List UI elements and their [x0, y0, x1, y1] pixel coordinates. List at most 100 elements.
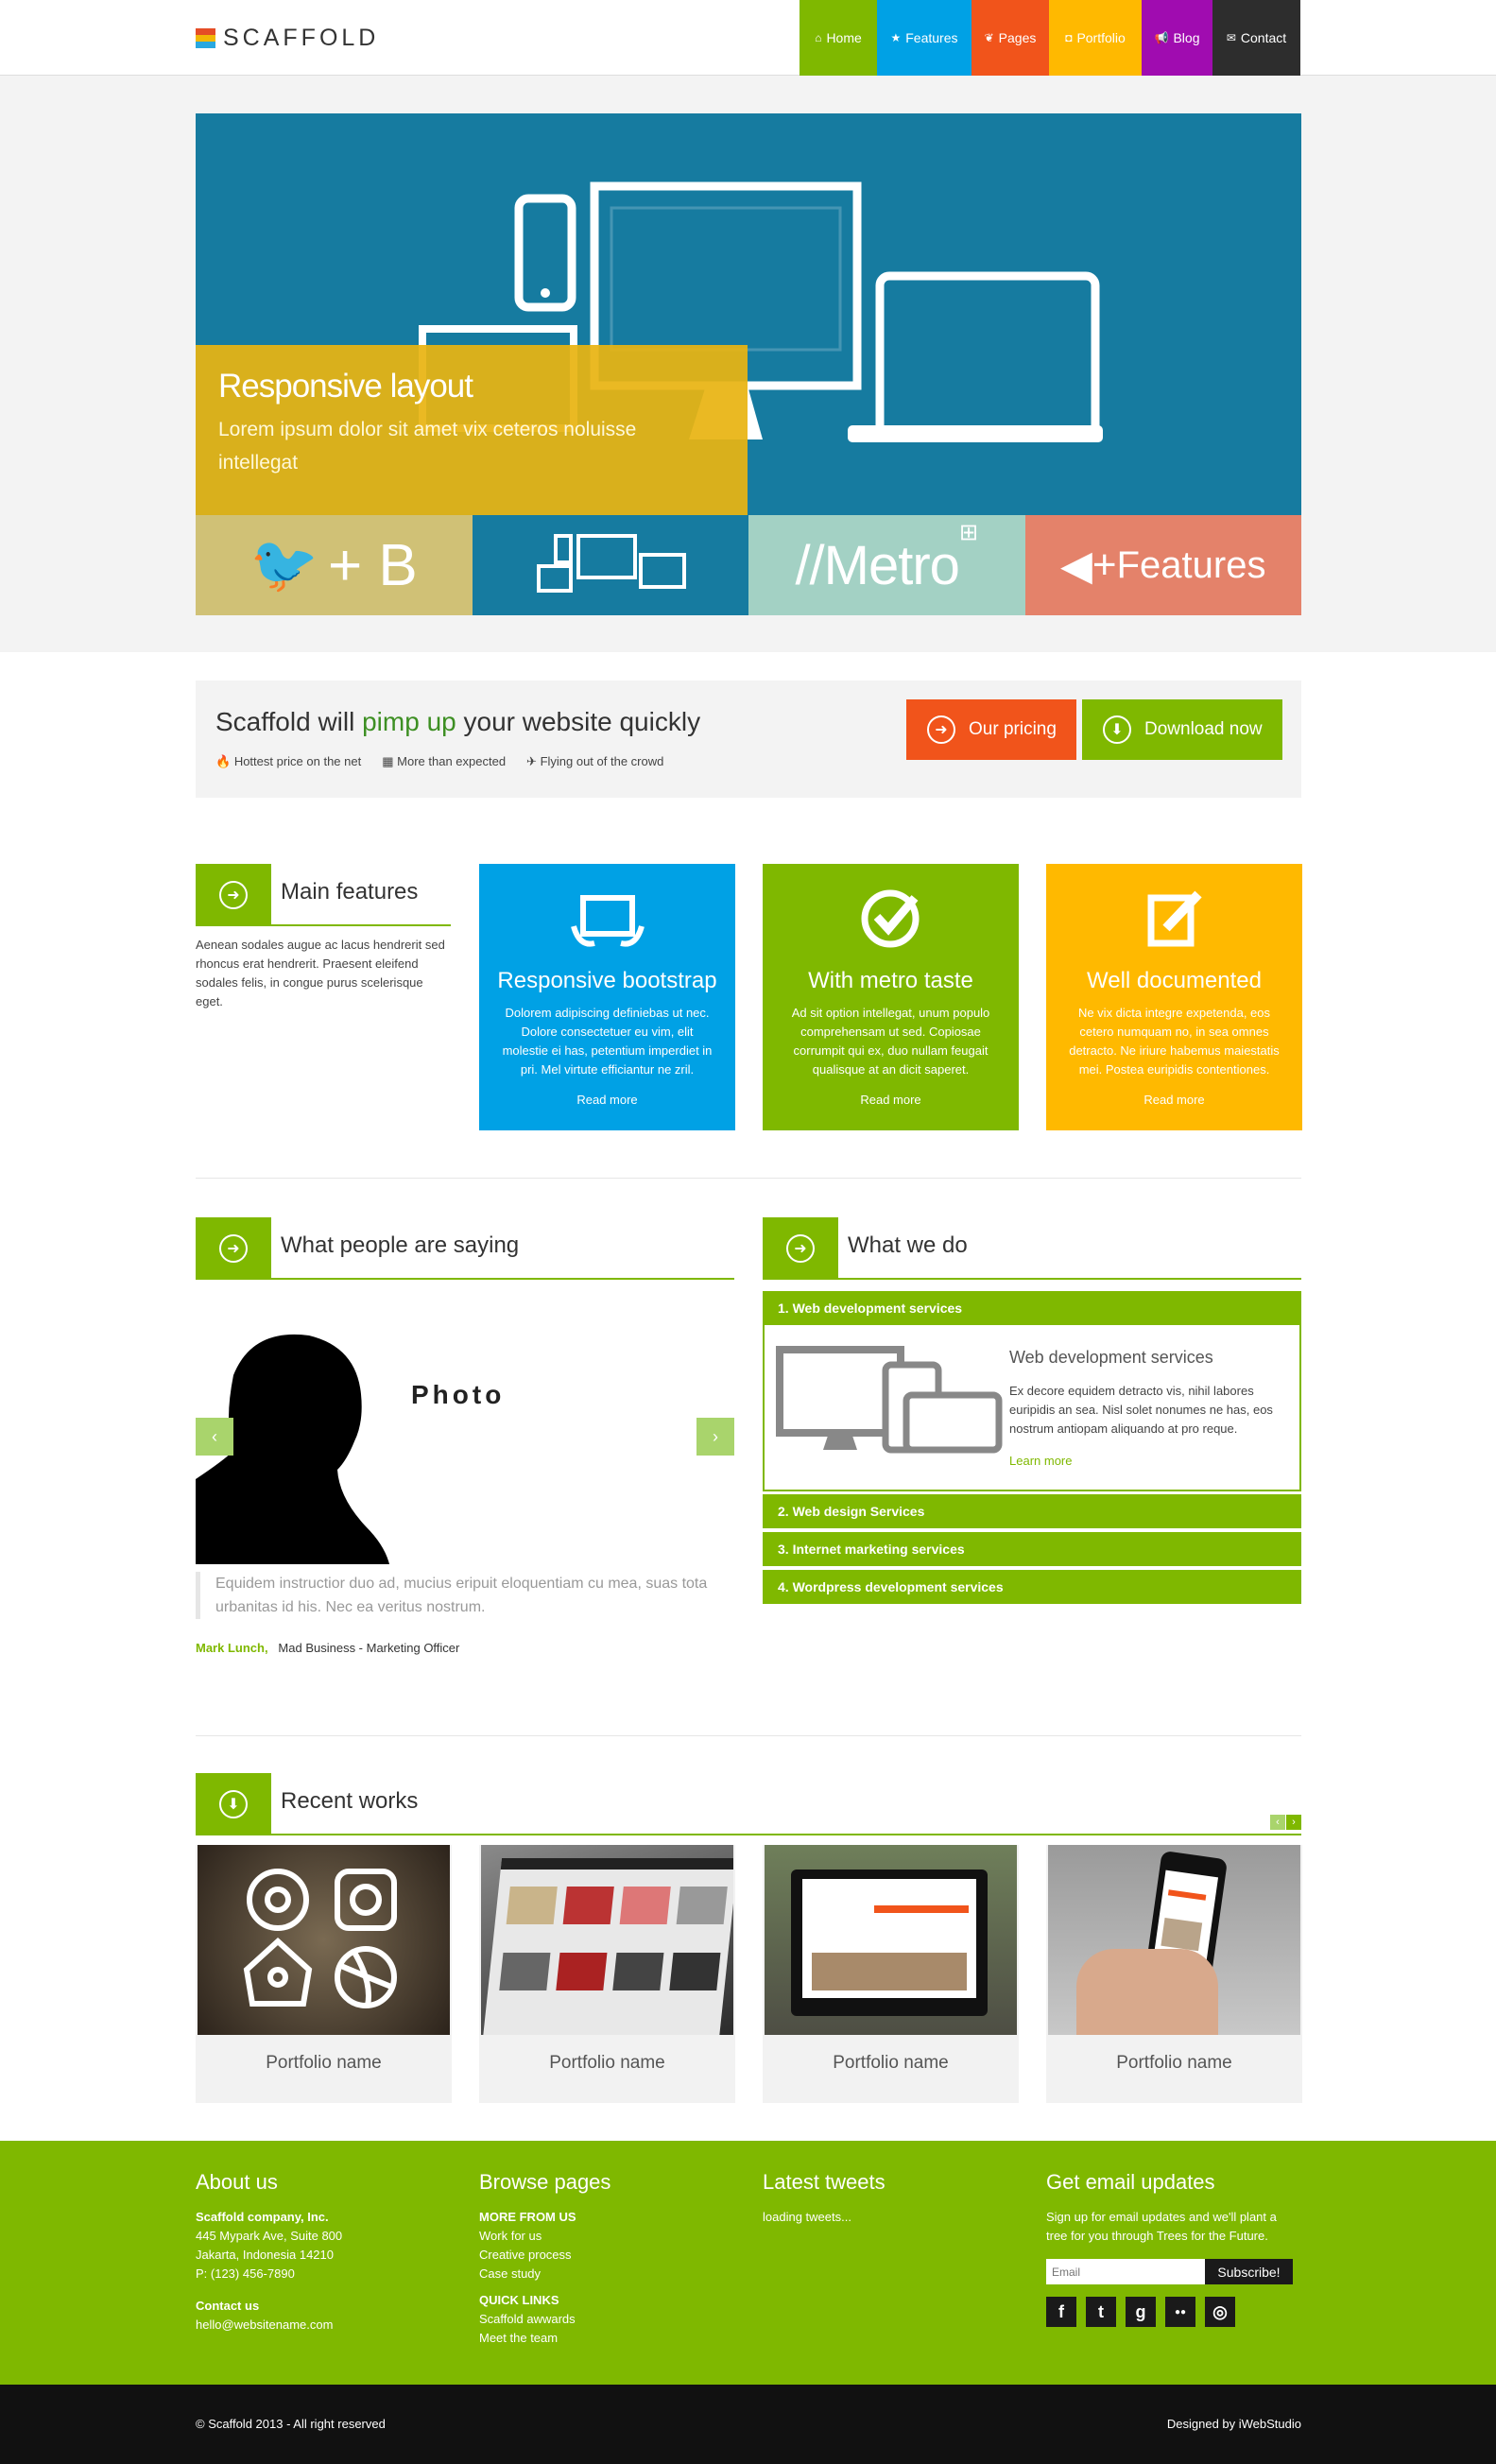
footer-link[interactable]: Work for us [479, 2227, 734, 2246]
portfolio-card[interactable]: Portfolio name [1046, 1845, 1302, 2103]
logo[interactable]: SCAFFOLD [196, 25, 379, 52]
nav-label: Blog [1173, 30, 1200, 45]
nav-label: Home [826, 30, 862, 45]
nav-label: Features [905, 30, 958, 45]
nav-blog[interactable]: 📢 Blog [1142, 0, 1212, 76]
footer-link[interactable]: Meet the team [479, 2329, 734, 2348]
nav-home[interactable]: ⌂ Home [800, 0, 877, 76]
pricing-button[interactable]: ➜ Our pricing [906, 699, 1076, 760]
tile-devices[interactable] [472, 515, 748, 615]
edit-document-icon [1147, 890, 1202, 947]
email-input[interactable] [1046, 2259, 1205, 2284]
feature-card[interactable]: With metro taste Ad sit option intellega… [763, 864, 1019, 1130]
promo-title: Scaffold will pimp up your website quick… [215, 707, 701, 736]
facebook-icon[interactable]: f [1046, 2297, 1076, 2327]
slider-next-button[interactable]: › [696, 1418, 734, 1456]
footer-email-link[interactable]: hello@websitename.com [196, 2316, 451, 2335]
hero-caption: Responsive layout Lorem ipsum dolor sit … [196, 345, 748, 515]
promo-point: ▦ More than expected [382, 754, 507, 768]
what-we-do-heading: ➜ What we do [763, 1217, 1301, 1280]
footer-link[interactable]: Case study [479, 2265, 734, 2283]
copyright: © Scaffold 2013 - All right reserved [196, 2417, 386, 2431]
footer-link[interactable]: Scaffold awwards [479, 2310, 734, 2329]
testimonials-heading: ➜ What people are saying [196, 1217, 734, 1280]
nav-label: Portfolio [1076, 30, 1126, 45]
devices-icon [536, 534, 686, 593]
bottom-bar: © Scaffold 2013 - All right reserved Des… [0, 2385, 1496, 2464]
site-header: SCAFFOLD ⌂ Home ★ Features ❦ Pages ◘ Portfolio 📢… [0, 0, 1496, 76]
testimonial-author: Mark Lunch, Mad Business - Marketing Off… [196, 1641, 460, 1655]
brand-name: SCAFFOLD [223, 25, 380, 51]
devices-gray-icon [776, 1346, 1003, 1454]
camera-icon: ◘ [1065, 31, 1073, 44]
dribbble-icon[interactable]: ◎ [1205, 2297, 1235, 2327]
hero-title: Responsive layout [218, 368, 473, 405]
main-nav: ⌂ Home ★ Features ❦ Pages ◘ Portfolio 📢 Blog ✉ Cont… [800, 0, 1300, 76]
designed-by: Designed by iWebStudio [1166, 2417, 1301, 2431]
promo-point: ✈ Flying out of the crowd [526, 754, 664, 768]
feature-card[interactable]: Well documented Ne vix dicta integre exp… [1046, 864, 1302, 1130]
read-more-link[interactable]: Read more [1046, 1093, 1302, 1107]
footer-browse: Browse pages MORE FROM US Work for us Cr… [479, 2170, 734, 2348]
portfolio-card[interactable]: Portfolio name [763, 1845, 1019, 2103]
nav-portfolio[interactable]: ◘ Portfolio [1049, 0, 1142, 76]
accordion-item[interactable]: 4. Wordpress development services [763, 1570, 1301, 1604]
hero-slider[interactable]: Responsive layout Lorem ipsum dolor sit … [196, 113, 1301, 515]
hero-text: Lorem ipsum dolor sit amet vix ceteros n… [218, 419, 637, 474]
read-more-link[interactable]: Read more [763, 1093, 1019, 1107]
main-features-heading: ➜ Main features [196, 864, 451, 926]
carousel-prev-button[interactable]: ‹ [1270, 1815, 1285, 1830]
portfolio-card[interactable]: Portfolio name [479, 1845, 735, 2103]
google-icon[interactable]: g [1126, 2297, 1156, 2327]
learn-more-link[interactable]: Learn more [1009, 1454, 1072, 1468]
tile-twitter-bootstrap[interactable]: 🐦 + B [196, 515, 473, 615]
nav-contact[interactable]: ✉ Contact [1212, 0, 1300, 76]
home-icon: ⌂ [815, 31, 822, 44]
twitter-icon[interactable]: t [1086, 2297, 1116, 2327]
portfolio-name: Portfolio name [833, 2053, 949, 2073]
accordion-item[interactable]: 1. Web development services [763, 1291, 1301, 1325]
portfolio-image [1048, 1845, 1300, 2035]
tile-features[interactable]: ◀ + Features [1024, 515, 1301, 615]
footer-link[interactable]: Creative process [479, 2246, 734, 2265]
footer-about: About us Scaffold company, Inc. 445 Mypa… [196, 2170, 451, 2335]
tablet-hands-icon [570, 895, 645, 947]
arrow-down-icon: ⬇ [219, 1790, 248, 1818]
portfolio-name: Portfolio name [1116, 2053, 1232, 2073]
tile-label: + B [327, 532, 418, 598]
accordion-panel-text: Ex decore equidem detracto vis, nihil la… [1009, 1384, 1273, 1436]
subscribe-button[interactable]: Subscribe! [1205, 2259, 1293, 2284]
megaphone-icon: 📢 [1154, 31, 1169, 44]
promo-point: 🔥 Hottest price on the net [215, 754, 362, 768]
photo-label: Photo [411, 1380, 506, 1409]
social-links: f t g ●● ◎ [1046, 2297, 1301, 2327]
leaf-icon: ❦ [984, 31, 994, 44]
twitter-bird-icon: 🐦 [249, 534, 318, 595]
portfolio-image [765, 1845, 1017, 2035]
app-icons-illustration [243, 1869, 397, 2008]
nav-pages[interactable]: ❦ Pages [972, 0, 1049, 76]
arrow-right-icon: ➜ [786, 1234, 815, 1263]
portfolio-image [198, 1845, 450, 2035]
download-button[interactable]: ⬇ Download now [1082, 699, 1282, 760]
hero-tiles: 🐦 + B //Metro ⊞ ◀ + Features [196, 515, 1301, 615]
windows-icon: ⊞ [958, 520, 979, 545]
portfolio-card[interactable]: Portfolio name [196, 1845, 452, 2103]
site-footer: About us Scaffold company, Inc. 445 Mypa… [0, 2141, 1496, 2385]
accordion-item[interactable]: 2. Web design Services [763, 1494, 1301, 1528]
testimonial-photo: Photo [196, 1318, 706, 1564]
flickr-icon[interactable]: ●● [1165, 2297, 1195, 2327]
nav-label: Pages [998, 30, 1037, 45]
read-more-link[interactable]: Read more [479, 1093, 735, 1107]
accordion-item[interactable]: 3. Internet marketing services [763, 1532, 1301, 1566]
divider [196, 1735, 1301, 1736]
nav-features[interactable]: ★ Features [877, 0, 972, 76]
nav-label: Contact [1240, 30, 1287, 45]
tile-metro[interactable]: //Metro ⊞ [748, 515, 1025, 615]
feature-card[interactable]: Responsive bootstrap Dolorem adipiscing … [479, 864, 735, 1130]
slider-prev-button[interactable]: ‹ [196, 1418, 233, 1456]
carousel-next-button[interactable]: › [1286, 1815, 1301, 1830]
accordion-panel-title: Web development services [1009, 1348, 1213, 1367]
footer-tweets: Latest tweets loading tweets... [763, 2170, 886, 2224]
accordion-panel: Web development services Ex decore equid… [763, 1325, 1301, 1491]
